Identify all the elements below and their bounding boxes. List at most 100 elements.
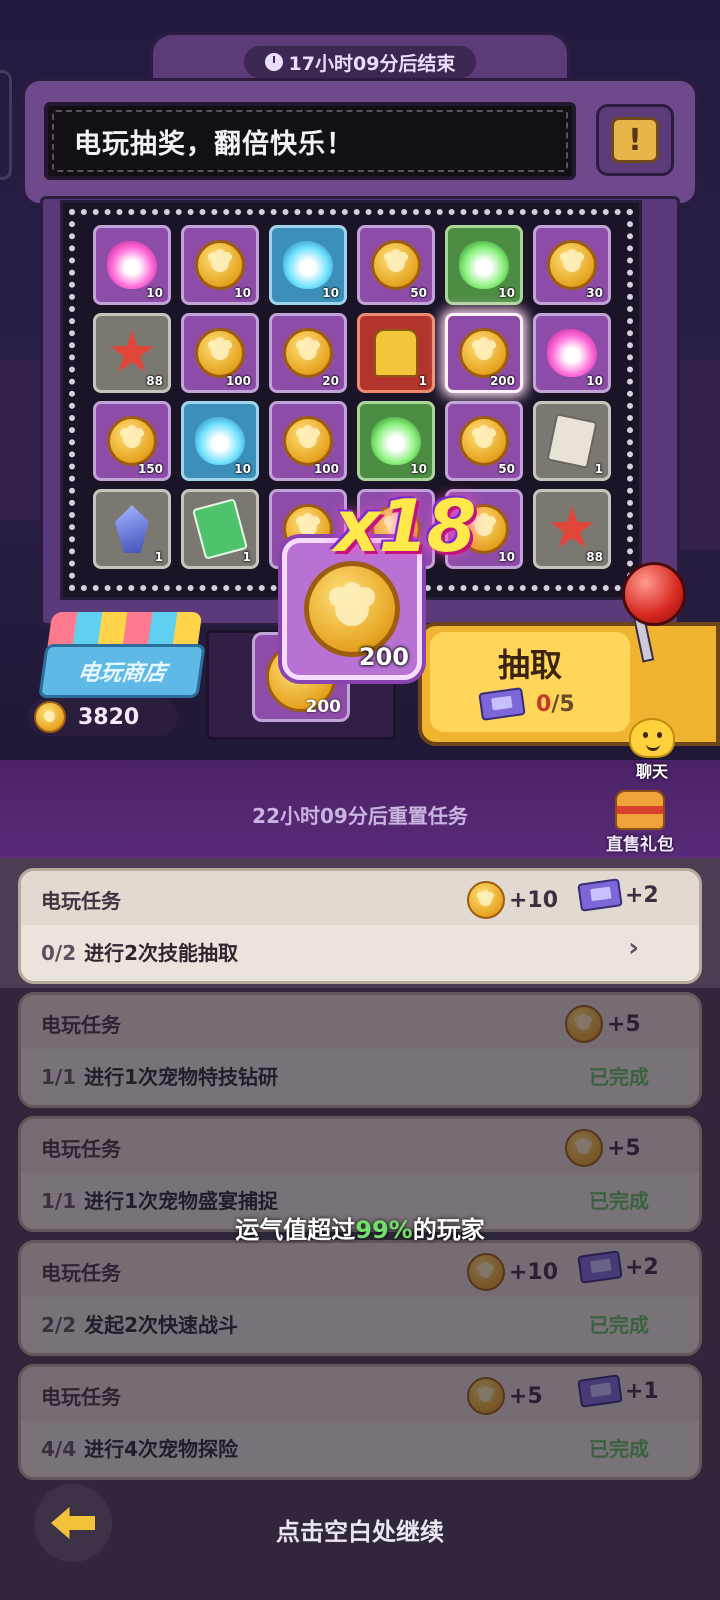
- coin-icon: [107, 416, 157, 466]
- prize-tile: 150: [93, 401, 171, 481]
- task-card[interactable]: 电玩任务 0/2 进行2次技能抽取 +10 +2 ›: [18, 868, 702, 984]
- prize-count: 10: [234, 286, 251, 300]
- marquee-display: 电玩抽奖，翻倍快乐！: [44, 102, 576, 180]
- coin-icon: [459, 328, 509, 378]
- prize-count: 88: [146, 374, 163, 388]
- prize-tile: 1: [533, 401, 611, 481]
- chat-face-icon: [629, 718, 675, 758]
- green-gem-icon: [371, 417, 421, 465]
- prize-tile: 50: [357, 225, 435, 305]
- gift-pack-label: 直售礼包: [606, 835, 674, 855]
- coin-icon: [283, 416, 333, 466]
- prize-count: 200: [489, 374, 515, 388]
- draw-cost: 0/5: [478, 687, 575, 721]
- task-ticket-reward: +2: [577, 878, 659, 912]
- prize-count: 150: [137, 462, 163, 476]
- rules-button[interactable]: !: [596, 104, 674, 176]
- prize-tile: 88: [93, 313, 171, 393]
- reward-multiplier: x18: [334, 484, 477, 568]
- prize-tile: 100: [269, 401, 347, 481]
- coin-icon: [195, 240, 245, 290]
- slot-prize-count: 200: [305, 697, 342, 717]
- reward-count: 200: [358, 643, 409, 671]
- prize-count: 1: [594, 462, 603, 476]
- task-progress: 0/2: [41, 941, 77, 965]
- clock-icon: [264, 53, 283, 71]
- prize-tile: 10: [533, 313, 611, 393]
- prize-count: 100: [225, 374, 251, 388]
- coin-icon: [195, 328, 245, 378]
- coin-balance-value: 3820: [78, 704, 140, 730]
- prize-tile: 20: [269, 313, 347, 393]
- draw-label: 抽取: [497, 646, 562, 684]
- gift-pack-button[interactable]: 直售礼包: [598, 790, 682, 856]
- draw-used: 0: [536, 691, 552, 717]
- prize-count: 50: [410, 286, 427, 300]
- prize-count: 50: [498, 462, 515, 476]
- prize-count: 10: [498, 286, 515, 300]
- skill-card-icon: [546, 413, 598, 469]
- prize-count: 1: [418, 374, 427, 388]
- side-frame: [0, 70, 12, 180]
- draw-total: /5: [551, 691, 575, 717]
- task-description: 0/2 进行2次技能抽取: [41, 937, 238, 966]
- coin-icon: [371, 240, 421, 290]
- ticket-icon: [478, 687, 526, 721]
- prize-tile: 10: [357, 401, 435, 481]
- event-timer: 17小时09分后结束: [244, 46, 476, 78]
- prize-tile: 30: [533, 225, 611, 305]
- prize-count: 1: [242, 550, 251, 564]
- prize-tile: 1: [181, 489, 259, 569]
- crystal-icon: [115, 505, 149, 553]
- chat-button[interactable]: 聊天: [612, 718, 692, 784]
- starfish-icon: [549, 506, 595, 548]
- blue-gem-icon: [283, 241, 333, 289]
- prize-count: 100: [313, 462, 339, 476]
- prize-tile: 1: [357, 313, 435, 393]
- green-gem-icon: [459, 241, 509, 289]
- prize-tile: 10: [181, 401, 259, 481]
- prize-tile: 1: [93, 489, 171, 569]
- pink-gem-icon: [107, 241, 157, 289]
- luck-percent: 99%: [355, 1216, 413, 1244]
- coin-icon: [467, 881, 505, 919]
- prize-count: 10: [146, 286, 163, 300]
- prize-count: 10: [498, 550, 515, 564]
- prize-tile: 100: [181, 313, 259, 393]
- prize-count: 88: [586, 550, 603, 564]
- task-text: 进行2次技能抽取: [84, 941, 239, 965]
- prize-count: 30: [586, 286, 603, 300]
- prize-count: 10: [322, 286, 339, 300]
- coin-icon: [34, 701, 66, 733]
- prize-tile: 10: [269, 225, 347, 305]
- coin-balance: 3820: [28, 698, 178, 736]
- luck-message: 运气值超过99%的玩家: [0, 1210, 720, 1245]
- prize-tile: 200: [445, 313, 523, 393]
- shop-sign: 电玩商店: [38, 644, 206, 698]
- coin-icon: [459, 416, 509, 466]
- coin-icon: [547, 240, 597, 290]
- arcade-shop-button[interactable]: 电玩商店 3820: [20, 612, 206, 736]
- gift-bag-icon: [615, 790, 665, 830]
- prize-tile: 10: [181, 225, 259, 305]
- shop-label: 电玩商店: [75, 661, 168, 686]
- joystick-handle[interactable]: [622, 562, 686, 626]
- task-coin-reward-value: +10: [509, 887, 559, 913]
- pink-gem-icon: [547, 329, 597, 377]
- luck-prefix: 运气值超过: [235, 1216, 356, 1244]
- prize-count: 10: [586, 374, 603, 388]
- shop-awning: [47, 612, 203, 646]
- marquee-text: 电玩抽奖，翻倍快乐！: [74, 128, 354, 160]
- coin-icon: [283, 328, 333, 378]
- chevron-right-icon[interactable]: ›: [628, 933, 639, 963]
- scroll-icon: !: [611, 117, 659, 163]
- prize-count: 10: [410, 462, 427, 476]
- prize-tile: 50: [445, 401, 523, 481]
- prize-count: 10: [234, 462, 251, 476]
- prize-tile: 10: [93, 225, 171, 305]
- prize-count: 1: [154, 550, 163, 564]
- luck-suffix: 的玩家: [412, 1216, 485, 1244]
- tap-to-continue[interactable]: 点击空白处继续: [0, 1512, 720, 1547]
- prize-tile: 10: [445, 225, 523, 305]
- chat-label: 聊天: [635, 762, 668, 781]
